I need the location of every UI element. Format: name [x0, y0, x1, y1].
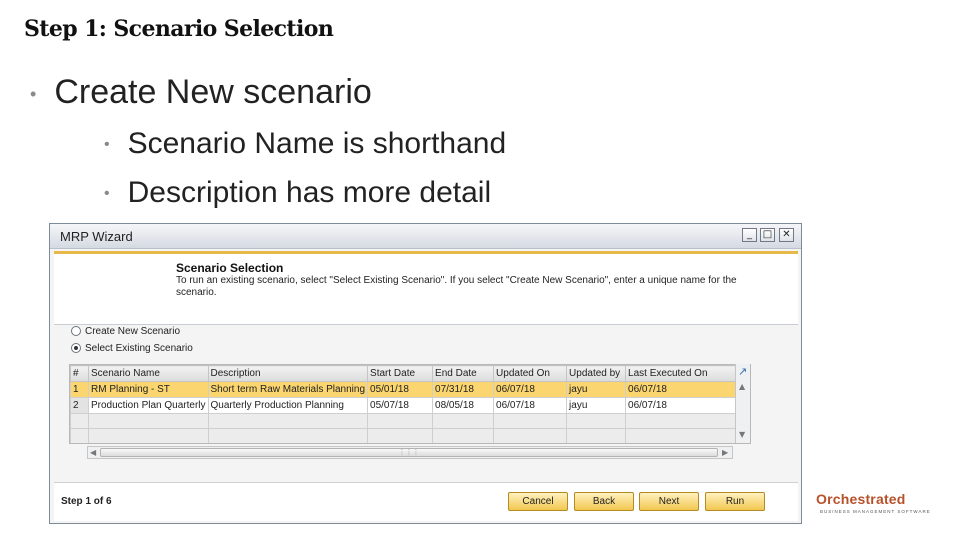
mrp-wizard-window: MRP Wizard _ □ ✕ Scenario Selection To r… — [49, 223, 802, 524]
wizard-step-description: To run an existing scenario, select "Sel… — [176, 275, 737, 298]
table-row[interactable]: 1 RM Planning - ST Short term Raw Materi… — [70, 381, 739, 398]
bullet-dot-icon: • — [30, 83, 37, 104]
bullet-dot-icon: • — [104, 136, 110, 154]
scrollbar-thumb[interactable]: ⋮⋮⋮ — [100, 448, 718, 457]
table-row[interactable]: 2 Production Plan Quarterly Quarterly Pr… — [70, 397, 739, 414]
empty-row — [70, 428, 739, 443]
table-cell[interactable]: Quarterly Production Planning — [207, 397, 369, 414]
vertical-scrollbar[interactable]: ↗ ▲ ▼ — [735, 364, 750, 443]
scroll-right-icon[interactable]: ▶ — [722, 448, 728, 457]
column-header[interactable]: Last Executed On — [625, 365, 739, 382]
column-header[interactable]: Description — [207, 365, 369, 382]
table-cell[interactable]: 06/07/18 — [493, 381, 568, 398]
window-title: MRP Wizard — [60, 229, 133, 244]
radio-button-icon[interactable] — [71, 326, 81, 337]
table-cell[interactable]: Production Plan Quarterly — [88, 397, 209, 414]
empty-row — [71, 444, 738, 445]
column-header[interactable]: # — [70, 365, 89, 382]
table-cell[interactable]: 07/31/18 — [432, 381, 495, 398]
column-header[interactable]: End Date — [432, 365, 495, 382]
row-number[interactable]: 1 — [70, 381, 89, 398]
wizard-header-panel: Scenario Selection To run an existing sc… — [54, 251, 798, 325]
wizard-footer: Step 1 of 6 Cancel Back Next Run — [54, 482, 798, 521]
next-button[interactable]: Next — [639, 492, 699, 511]
close-button[interactable]: ✕ — [779, 228, 794, 242]
scenario-grid: # Scenario Name Description Start Date E… — [69, 364, 751, 444]
table-cell[interactable]: 06/07/18 — [625, 397, 739, 414]
table-cell[interactable]: 06/07/18 — [493, 397, 568, 414]
slide-title: Step 1: Scenario Selection — [24, 16, 334, 42]
table-cell[interactable]: jayu — [566, 381, 627, 398]
radio-button-selected-icon[interactable] — [71, 343, 81, 354]
maximize-button[interactable]: □ — [760, 228, 775, 242]
scroll-up-icon[interactable]: ▲ — [739, 382, 745, 391]
column-header[interactable]: Scenario Name — [88, 365, 209, 382]
horizontal-scrollbar[interactable]: ◀ ⋮⋮⋮ ▶ — [87, 446, 733, 459]
orchestrated-logo: Orchestrated — [816, 491, 906, 507]
scroll-left-icon[interactable]: ◀ — [90, 448, 96, 457]
table-cell[interactable]: Short term Raw Materials Planning — [207, 381, 369, 398]
minimize-button[interactable]: _ — [742, 228, 757, 242]
scenario-table: # Scenario Name Description Start Date E… — [70, 365, 739, 445]
step-indicator: Step 1 of 6 — [61, 496, 112, 507]
bullet-text: Description has more detail — [127, 176, 492, 209]
table-header-row: # Scenario Name Description Start Date E… — [70, 365, 739, 382]
empty-row — [70, 413, 739, 429]
row-number[interactable]: 2 — [70, 397, 89, 414]
scroll-down-icon[interactable]: ▼ — [739, 430, 745, 439]
column-header[interactable]: Updated by — [566, 365, 627, 382]
back-button[interactable]: Back — [574, 492, 634, 511]
wizard-step-title: Scenario Selection — [176, 261, 284, 275]
table-cell[interactable]: jayu — [566, 397, 627, 414]
table-cell[interactable]: 05/07/18 — [367, 397, 434, 414]
column-header[interactable]: Start Date — [367, 365, 434, 382]
column-header[interactable]: Updated On — [493, 365, 568, 382]
bullet-dot-icon: • — [104, 185, 110, 203]
bullet-text: Scenario Name is shorthand — [127, 127, 507, 160]
bullet-scenario-name: • Scenario Name is shorthand — [104, 127, 506, 161]
radio-select-existing-scenario[interactable]: Select Existing Scenario — [71, 343, 193, 354]
table-cell[interactable]: RM Planning - ST — [88, 381, 209, 398]
table-cell[interactable]: 06/07/18 — [625, 381, 739, 398]
window-titlebar[interactable]: MRP Wizard _ □ ✕ — [50, 224, 801, 249]
radio-create-new-scenario[interactable]: Create New Scenario — [71, 326, 180, 337]
radio-label: Create New Scenario — [85, 326, 181, 337]
expand-icon[interactable]: ↗ — [738, 365, 747, 378]
radio-label: Select Existing Scenario — [85, 343, 193, 354]
bullet-create-new-scenario: • Create New scenario — [30, 73, 372, 112]
run-button[interactable]: Run — [705, 492, 765, 511]
table-cell[interactable]: 08/05/18 — [432, 397, 495, 414]
logo-tagline: BUSINESS MANAGEMENT SOFTWARE — [820, 509, 931, 514]
cancel-button[interactable]: Cancel — [508, 492, 568, 511]
table-cell[interactable]: 05/01/18 — [367, 381, 434, 398]
bullet-text: Create New scenario — [54, 73, 372, 111]
bullet-description: • Description has more detail — [104, 176, 491, 210]
